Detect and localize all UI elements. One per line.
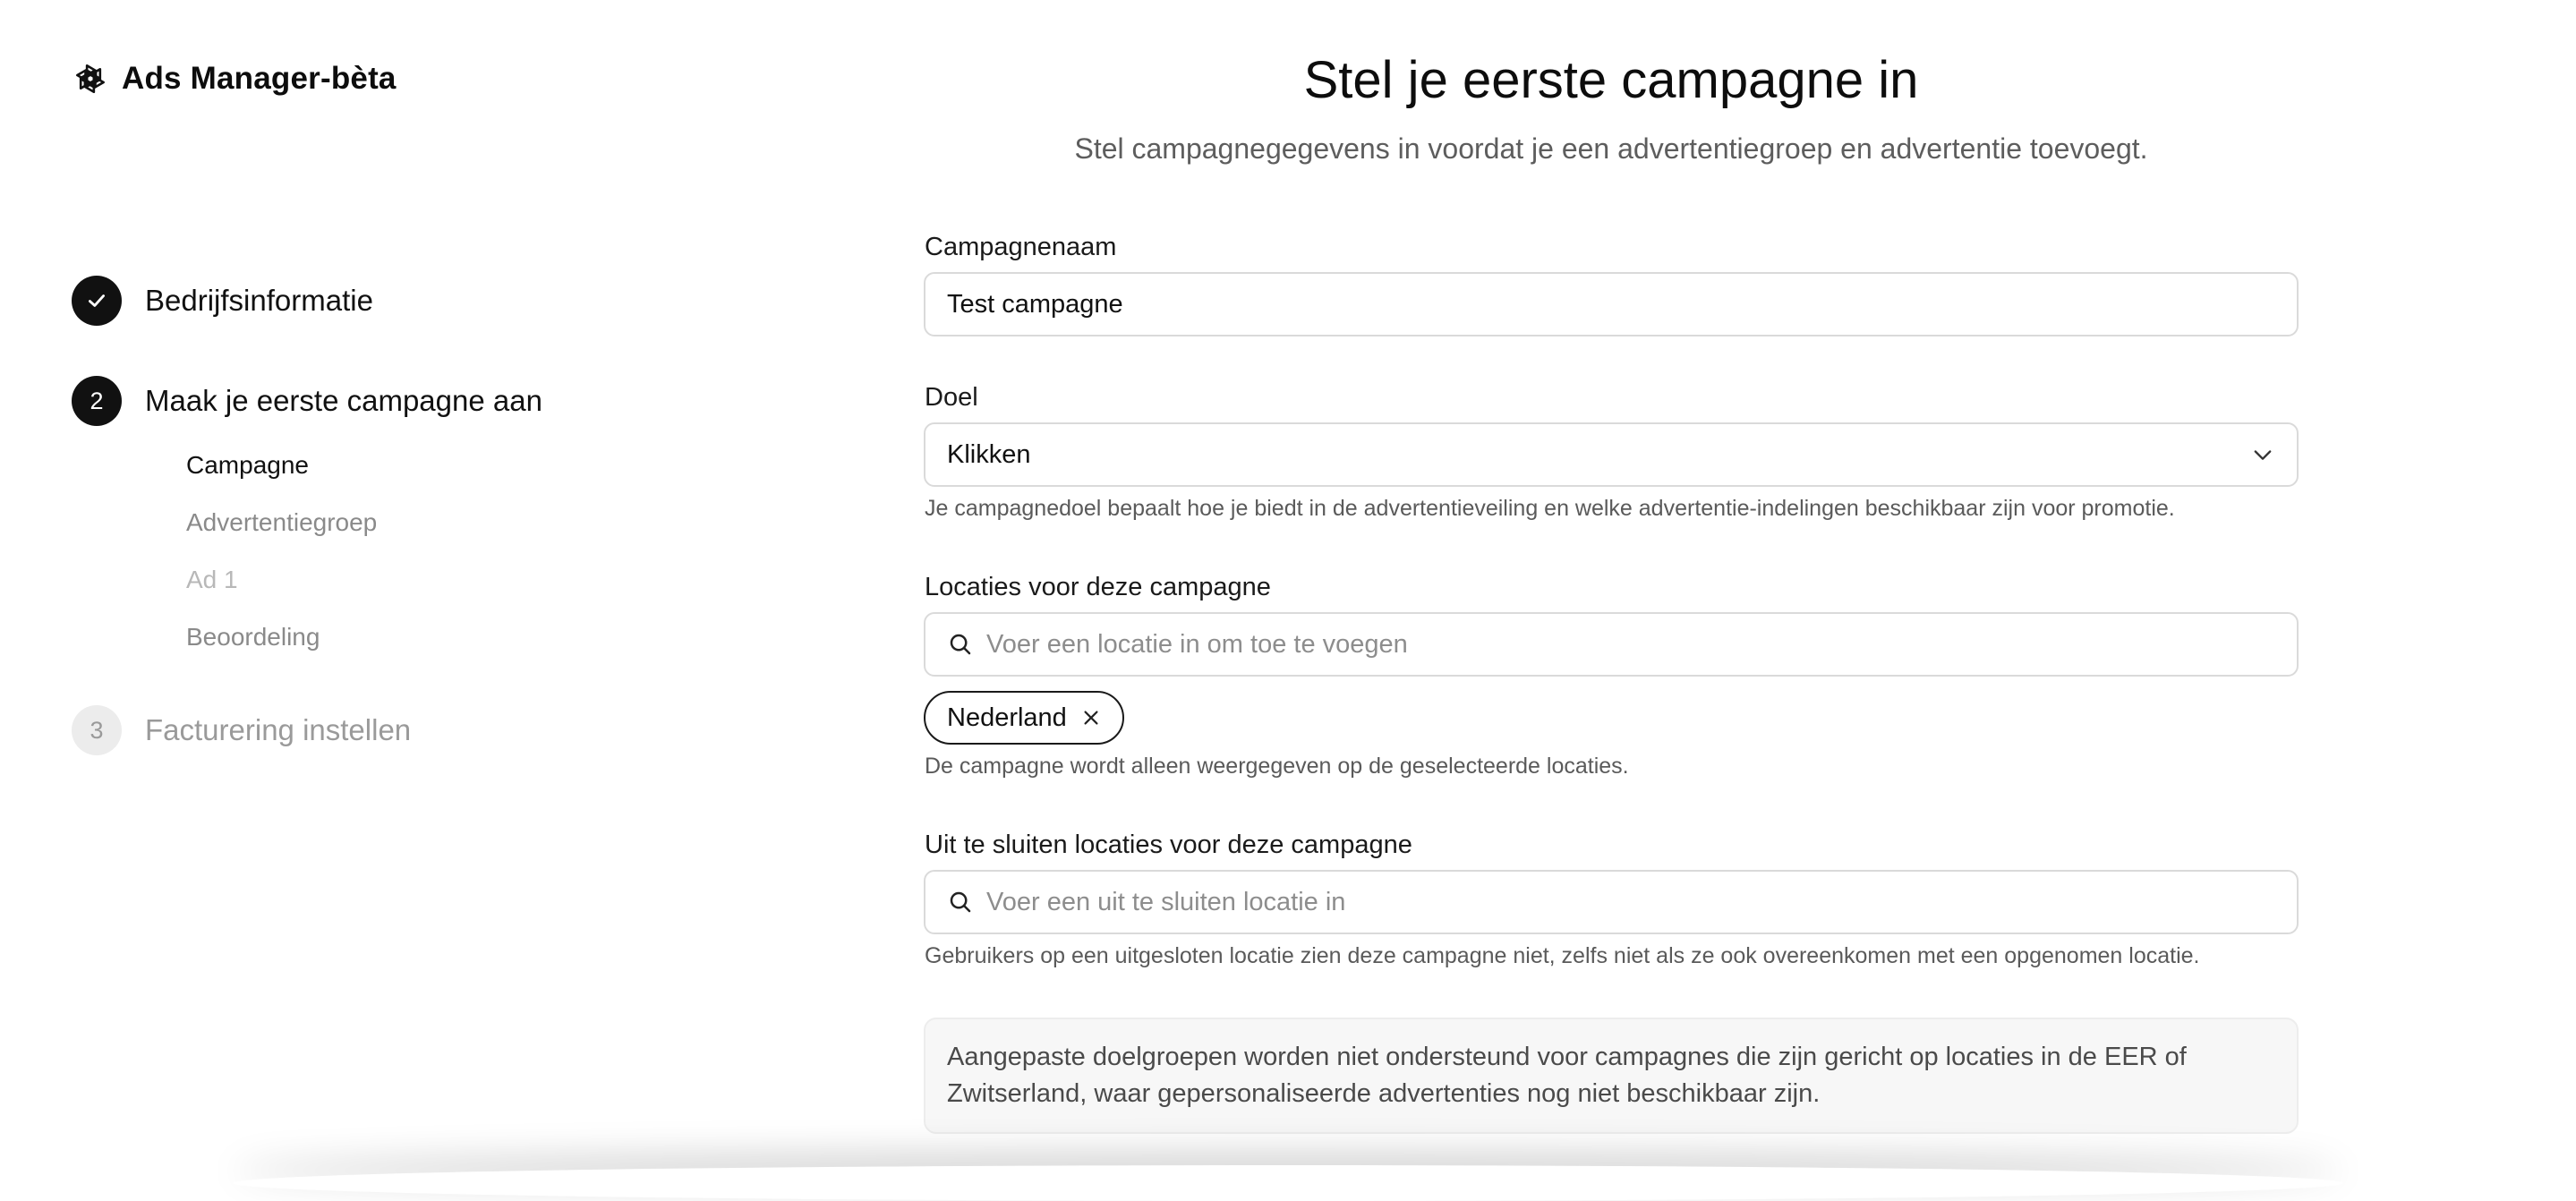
goal-selected-value: Klikken <box>947 440 2250 470</box>
app-title: Ads Manager-bèta <box>122 61 397 97</box>
step-number: 2 <box>72 376 122 426</box>
eea-notice: Aangepaste doelgroepen worden niet onder… <box>924 1018 2299 1134</box>
goal-label: Doel <box>925 383 978 413</box>
locations-search-field[interactable] <box>924 612 2299 677</box>
locations-help-text: De campagne wordt alleen weergegeven op … <box>925 754 1629 779</box>
bottom-bar-shadow <box>233 1165 2343 1201</box>
step-number: 3 <box>72 705 122 755</box>
excluded-locations-label: Uit te sluiten locaties voor deze campag… <box>925 830 1412 860</box>
brand[interactable]: Ads Manager-bèta <box>72 59 397 98</box>
chevron-down-icon <box>2250 442 2275 467</box>
campaign-name-label: Campagnenaam <box>925 233 1116 262</box>
search-icon <box>947 889 974 916</box>
location-chip-label: Nederland <box>947 703 1067 733</box>
step-label: Facturering instellen <box>145 713 411 747</box>
substep-ad-1: Ad 1 <box>186 566 238 594</box>
check-icon <box>72 276 122 326</box>
goal-help-text: Je campagnedoel bepaalt hoe je biedt in … <box>925 496 2175 522</box>
close-icon[interactable] <box>1081 708 1101 728</box>
excluded-locations-help-text: Gebruikers op een uitgesloten locatie zi… <box>925 943 2200 969</box>
page-subtitle: Stel campagnegegevens in voordat je een … <box>924 132 2299 166</box>
step-label: Maak je eerste campagne aan <box>145 384 542 418</box>
substep-campagne[interactable]: Campagne <box>186 451 309 480</box>
locations-label: Locaties voor deze campagne <box>925 573 1271 602</box>
excluded-locations-search-field[interactable] <box>924 870 2299 934</box>
step-facturering: 3 Facturering instellen <box>72 705 411 755</box>
substep-advertentiegroep[interactable]: Advertentiegroep <box>186 508 377 537</box>
page-title: Stel je eerste campagne in <box>924 50 2299 110</box>
locations-search-input[interactable] <box>986 630 2275 660</box>
step-label: Bedrijfsinformatie <box>145 284 373 318</box>
location-chip: Nederland <box>924 691 1124 745</box>
goal-select[interactable]: Klikken <box>924 422 2299 487</box>
excluded-locations-search-input[interactable] <box>986 888 2275 917</box>
campaign-name-input[interactable] <box>947 290 2275 319</box>
step-bedrijfsinformatie[interactable]: Bedrijfsinformatie <box>72 276 373 326</box>
search-icon <box>947 631 974 658</box>
step-campagne-aanmaken[interactable]: 2 Maak je eerste campagne aan <box>72 376 542 426</box>
openai-logo-icon <box>72 60 109 98</box>
campaign-name-field[interactable] <box>924 272 2299 336</box>
substep-beoordeling[interactable]: Beoordeling <box>186 623 320 652</box>
